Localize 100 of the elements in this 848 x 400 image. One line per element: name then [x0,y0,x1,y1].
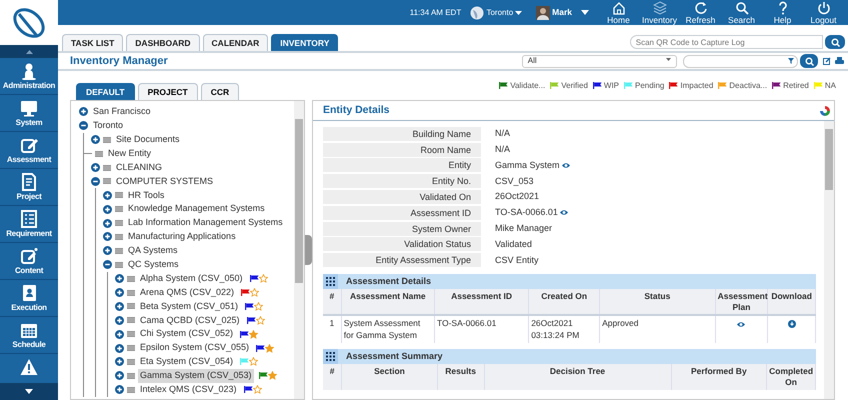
legend-label: NA [824,80,836,92]
tab[interactable]: PROJECT [138,82,198,100]
expand-icon[interactable] [91,163,100,172]
logo-icon[interactable] [11,6,47,40]
collapse-icon[interactable] [79,121,88,130]
legend-label: Verified [561,80,588,92]
tree-item[interactable]: Lab Information Management Systems [126,216,285,230]
tree-item[interactable]: Epsilon System (CSV_055) [138,341,252,355]
column-header: Assessment Name [341,289,434,316]
person-icon [20,62,38,80]
folder-icon [115,248,123,254]
folder-icon [115,220,123,226]
expand-icon[interactable] [115,385,124,394]
folder-icon [115,234,123,240]
nav-button[interactable]: Inventory [639,0,680,24]
tree-item[interactable]: Cama QCBD (CSV_025) [138,314,242,328]
tab[interactable]: INVENTORY [271,34,338,51]
tree-item[interactable]: Site Documents [114,132,182,146]
field-label: System Owner [323,222,481,236]
tree-item[interactable]: Arena QMS (CSV_022) [138,286,236,300]
caret-down-icon [666,58,671,62]
collapse-icon[interactable] [103,260,112,270]
expand-icon[interactable] [103,218,112,228]
legend-label: Validate... [510,80,546,92]
legend-label: Impacted [680,80,714,92]
tree-item[interactable]: QA Systems [126,244,180,258]
expand-icon[interactable] [91,135,100,144]
scrollbar[interactable] [294,101,304,399]
expand-icon[interactable] [103,232,112,242]
grid-icon [326,352,335,362]
expand-icon[interactable] [115,344,124,353]
nav-button[interactable]: Refresh [680,0,721,24]
expand-icon[interactable] [115,357,124,366]
expand-icon[interactable] [103,190,112,200]
field-value: CSV Entity [495,254,539,267]
expand-icon[interactable] [79,107,88,116]
monitor-icon [20,99,38,117]
nav-button[interactable]: Help [762,0,803,24]
warning-icon [20,358,38,376]
eye-icon[interactable] [562,162,570,169]
time-text: 11:34 AM [410,6,443,18]
tab[interactable]: CALENDAR [202,34,268,51]
folder-icon [127,290,135,296]
caret-down-icon[interactable] [581,10,589,15]
filter-select[interactable]: All [522,54,677,68]
expand-icon[interactable] [115,274,124,284]
tree-item[interactable]: Toronto [91,119,126,133]
caret-down-icon [515,10,522,14]
tab[interactable]: DASHBOARD [126,34,200,51]
nav-button[interactable]: Home [598,0,639,24]
download-icon[interactable] [788,320,796,328]
tree-item[interactable]: COMPUTER SYSTEMS [114,174,216,188]
tree-item[interactable]: Intelex QMS (CSV_023) [138,383,239,396]
expand-icon[interactable] [103,204,112,214]
tree-item[interactable]: Gamma System (CSV_053) [138,369,254,383]
edit-icon[interactable] [822,57,830,65]
tree-item[interactable]: Beta System (CSV_051) [138,300,240,314]
tree-item[interactable]: Knowledge Management Systems [126,202,267,216]
tree-item[interactable]: CLEANING [114,160,164,174]
tree-item[interactable]: New Entity [106,146,154,160]
expand-icon[interactable] [115,371,124,380]
tree-item[interactable]: San Francisco [91,105,153,119]
expand-icon[interactable] [103,246,112,256]
list-icon [20,210,38,228]
expand-icon[interactable] [115,288,124,298]
qr-search-field[interactable]: Scan QR Code to Capture Log [630,35,823,49]
tree-item[interactable]: HR Tools [126,188,166,202]
tab[interactable]: DEFAULT [76,82,135,100]
tab[interactable]: CCR [200,82,240,100]
tree-item[interactable]: Alpha System (CSV_050) [138,272,245,286]
tab[interactable]: TASK LIST [62,34,124,51]
search-button[interactable] [800,54,818,68]
globe-icon [470,6,484,20]
location-dropdown[interactable]: Toronto [470,6,522,20]
search-button[interactable] [825,35,845,49]
print-icon[interactable] [835,57,844,65]
expand-icon[interactable] [115,302,124,311]
eye-icon[interactable] [737,320,746,328]
scrollbar[interactable] [824,121,834,399]
tree-item[interactable]: Chi System (CSV_052) [138,327,236,341]
column-header: Download [768,289,816,316]
tree-item[interactable]: Manufacturing Applications [126,230,238,244]
splitter-handle[interactable] [305,235,312,265]
nav-button[interactable]: Search [721,0,762,24]
collapse-icon[interactable] [91,176,100,186]
home-icon [612,0,626,15]
field-value: N/A [495,127,510,140]
caret-up-icon[interactable] [26,50,32,54]
caret-down-icon[interactable] [25,389,33,394]
filter-field[interactable] [682,54,798,68]
column-header: Performed By [671,364,767,390]
tree-item[interactable]: Eta System (CSV_054) [138,355,236,369]
status-wheel-icon[interactable] [820,106,830,116]
expand-icon[interactable] [115,316,124,325]
nav-button[interactable]: Logout [803,0,844,24]
expand-icon[interactable] [115,330,124,339]
layers-icon [652,0,666,15]
tree-item[interactable]: QC Systems [126,258,181,272]
search-icon [734,0,748,15]
eye-icon[interactable] [560,209,568,216]
